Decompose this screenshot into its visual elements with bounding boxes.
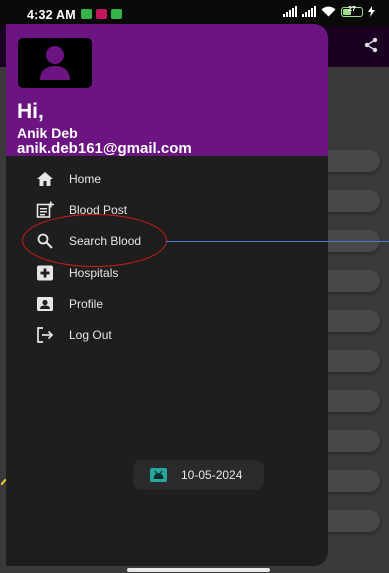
battery-icon: 27	[341, 5, 363, 17]
menu-item-label: Hospitals	[69, 266, 119, 280]
menu-item-label: Home	[69, 172, 102, 186]
date-label: 10-05-2024	[181, 468, 243, 482]
battery-level: 27	[348, 5, 356, 13]
menu-item-profile[interactable]: Profile	[6, 289, 328, 319]
hospital-icon	[37, 265, 53, 281]
menu-item-label: Profile	[69, 297, 104, 311]
user-email: anik.deb161@gmail.com	[17, 140, 192, 157]
signal-icon	[283, 6, 297, 17]
notification-message-icon	[111, 9, 122, 19]
navigation-drawer: Hi, Anik Deb anik.deb161@gmail.com Home	[6, 24, 328, 566]
person-icon	[40, 46, 70, 80]
signal-4g-icon	[302, 6, 316, 17]
date-chip: 10-05-2024	[133, 460, 264, 490]
avatar	[18, 38, 92, 88]
wifi-icon	[321, 6, 336, 17]
highlight-ellipse	[22, 214, 167, 267]
charging-icon	[368, 6, 375, 17]
menu-item-log-out[interactable]: Log Out	[6, 320, 328, 350]
notification-app-icon	[81, 9, 92, 19]
drawer-header: Hi, Anik Deb anik.deb161@gmail.com	[6, 24, 328, 157]
post-add-icon	[36, 201, 54, 218]
profile-icon	[37, 297, 53, 311]
greeting: Hi,	[17, 100, 44, 123]
annotation-line	[166, 241, 389, 242]
user-name: Anik Deb	[17, 125, 78, 141]
logout-icon	[37, 327, 54, 343]
status-bar: 4:32 AM 27	[0, 0, 389, 27]
phone-screen: 4:32 AM 27 Hi, Anik Deb anik.deb161@gmai…	[0, 0, 389, 573]
navigation-handle[interactable]	[127, 568, 270, 572]
home-icon	[37, 172, 53, 186]
menu-item-label: Log Out	[69, 328, 112, 342]
notification-media-icon	[96, 9, 107, 19]
status-time: 4:32 AM	[27, 8, 76, 22]
share-icon[interactable]	[363, 37, 379, 58]
menu-item-home[interactable]: Home	[6, 164, 328, 194]
android-icon	[150, 468, 167, 482]
